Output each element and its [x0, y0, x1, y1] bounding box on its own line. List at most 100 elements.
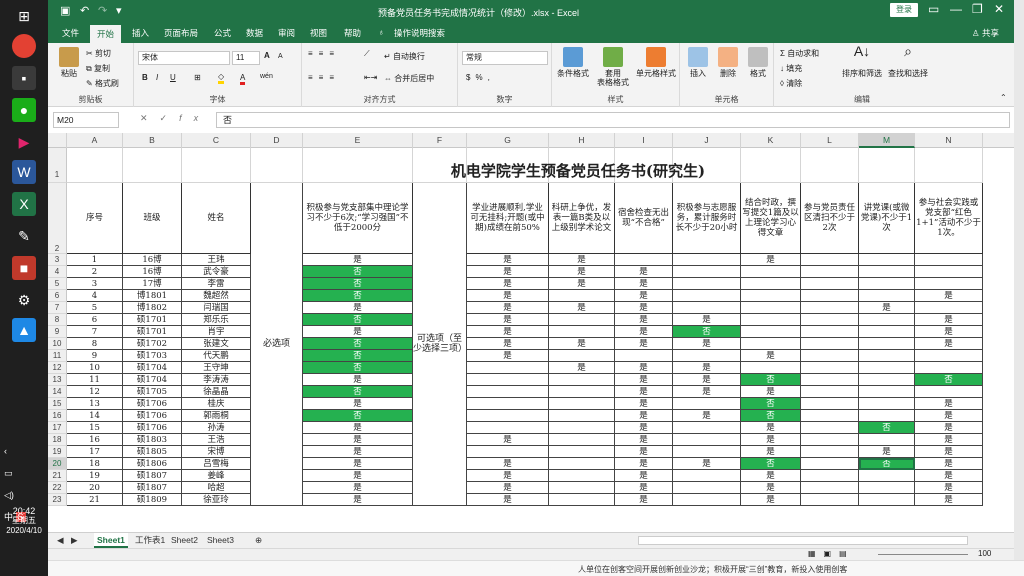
table-row-name[interactable]: 吕雪梅 — [182, 458, 251, 470]
sheet-tab-3[interactable]: Sheet2 — [168, 533, 201, 548]
collapse-ribbon-icon[interactable]: ⌃ — [1000, 93, 1007, 102]
table-cell-m[interactable] — [859, 350, 915, 362]
login-button[interactable]: 登录 — [890, 3, 918, 17]
table-cell-l[interactable] — [801, 338, 859, 350]
table-row-seq[interactable]: 11 — [67, 374, 123, 386]
table-row-name[interactable]: 王玮 — [182, 254, 251, 266]
table-cell-h[interactable] — [549, 386, 615, 398]
table-cell-k[interactable]: 是 — [741, 254, 801, 266]
table-row-seq[interactable]: 16 — [67, 434, 123, 446]
table-cell-m[interactable]: 是 — [859, 446, 915, 458]
table-cell-g[interactable]: 是 — [467, 494, 549, 506]
table-cell-m[interactable] — [859, 374, 915, 386]
undo-icon[interactable]: ↶ — [80, 4, 89, 17]
fx-icon[interactable]: fx — [179, 113, 210, 123]
table-row-class[interactable]: 硕1807 — [123, 482, 182, 494]
table-cell-m[interactable] — [859, 470, 915, 482]
table-cell-m[interactable]: 否 — [859, 422, 915, 434]
name-box[interactable]: M20 — [53, 112, 119, 128]
merged-required-cell[interactable]: 必选项 — [251, 183, 303, 506]
indent-icon[interactable]: ⇤⇥ — [364, 73, 377, 82]
table-cell-m[interactable] — [859, 362, 915, 374]
table-cell-g[interactable]: 是 — [467, 434, 549, 446]
row-header-8[interactable]: 8 — [48, 314, 67, 326]
table-cell-e[interactable]: 否 — [303, 386, 413, 398]
table-cell-h[interactable]: 是 — [549, 338, 615, 350]
table-cell-g[interactable] — [467, 422, 549, 434]
restore-icon[interactable]: ❐ — [972, 2, 983, 16]
table-cell-i[interactable] — [615, 254, 673, 266]
table-row-name[interactable]: 武令豪 — [182, 266, 251, 278]
table-cell-j[interactable]: 是 — [673, 338, 741, 350]
table-cell-i[interactable]: 是 — [615, 362, 673, 374]
paint-icon[interactable]: ✎ — [12, 224, 36, 248]
table-row-name[interactable]: 郑乐乐 — [182, 314, 251, 326]
column-title-l[interactable]: 参与党员责任区清扫不少于2次 — [801, 183, 859, 254]
table-row-name[interactable]: 徐晶晶 — [182, 386, 251, 398]
table-cell-g[interactable] — [467, 446, 549, 458]
row-header-2[interactable]: 2 — [48, 183, 67, 254]
battery-icon[interactable]: ▭ — [4, 462, 44, 484]
table-row-seq[interactable]: 18 — [67, 458, 123, 470]
column-header-d[interactable]: D — [251, 133, 303, 148]
table-cell-l[interactable] — [801, 458, 859, 470]
table-row-name[interactable]: 李涛涛 — [182, 374, 251, 386]
table-row-name[interactable]: 徐亚玲 — [182, 494, 251, 506]
table-cell-e[interactable]: 是 — [303, 422, 413, 434]
empty-cell[interactable] — [182, 148, 251, 183]
row-header-7[interactable]: 7 — [48, 302, 67, 314]
column-header-b[interactable]: B — [123, 133, 182, 148]
table-cell-k[interactable]: 是 — [741, 446, 801, 458]
table-cell-e[interactable]: 是 — [303, 326, 413, 338]
table-cell-h[interactable] — [549, 326, 615, 338]
table-cell-m[interactable] — [859, 434, 915, 446]
table-cell-e[interactable]: 否 — [303, 266, 413, 278]
cancel-icon[interactable]: ✕ — [140, 113, 160, 123]
table-row-seq[interactable]: 4 — [67, 290, 123, 302]
windows-start-icon[interactable]: ⊞ — [12, 4, 36, 28]
table-cell-h[interactable] — [549, 290, 615, 302]
table-row-class[interactable]: 博1802 — [123, 302, 182, 314]
insert-cells-button[interactable]: 插入 — [684, 47, 712, 78]
table-row-name[interactable]: 宋博 — [182, 446, 251, 458]
row-header-5[interactable]: 5 — [48, 278, 67, 290]
table-cell-l[interactable] — [801, 422, 859, 434]
column-title-e[interactable]: 积极参与党支部集中理论学习不少于6次;“学习强国”不低于2000分 — [303, 183, 413, 254]
sheet-tab-1[interactable]: Sheet1 — [94, 533, 128, 548]
table-cell-j[interactable] — [673, 470, 741, 482]
table-cell-g[interactable] — [467, 398, 549, 410]
table-cell-h[interactable]: 是 — [549, 278, 615, 290]
clear-button[interactable]: ◊ 清除 — [780, 78, 802, 89]
table-cell-l[interactable] — [801, 278, 859, 290]
table-cell-g[interactable]: 是 — [467, 482, 549, 494]
table-cell-k[interactable] — [741, 278, 801, 290]
table-cell-l[interactable] — [801, 446, 859, 458]
paste-button[interactable]: 粘贴 — [54, 47, 84, 78]
table-cell-k[interactable] — [741, 314, 801, 326]
view-mode-icons[interactable]: ▦▣▤ — [808, 549, 855, 558]
close-icon[interactable]: ✕ — [994, 2, 1004, 16]
table-cell-k[interactable]: 是 — [741, 422, 801, 434]
zoom-level[interactable]: 100 — [978, 549, 991, 558]
row-header-23[interactable]: 23 — [48, 494, 67, 506]
table-row-seq[interactable]: 5 — [67, 302, 123, 314]
table-row-class[interactable]: 17博 — [123, 278, 182, 290]
table-cell-l[interactable] — [801, 386, 859, 398]
table-cell-e[interactable]: 否 — [303, 410, 413, 422]
table-cell-h[interactable] — [549, 458, 615, 470]
volume-icon[interactable]: ◁) — [4, 484, 44, 506]
table-cell-j[interactable]: 是 — [673, 410, 741, 422]
row-header-6[interactable]: 6 — [48, 290, 67, 302]
table-row-class[interactable]: 硕1703 — [123, 350, 182, 362]
column-title-c[interactable]: 姓名 — [182, 183, 251, 254]
sheet-tab-2[interactable]: 工作表1 — [132, 533, 168, 548]
column-title-a[interactable]: 序号 — [67, 183, 123, 254]
table-cell-i[interactable]: 是 — [615, 410, 673, 422]
table-cell-m[interactable] — [859, 254, 915, 266]
format-painter-button[interactable]: ✎ 格式刷 — [86, 78, 119, 89]
table-cell-i[interactable]: 是 — [615, 494, 673, 506]
table-cell-n[interactable] — [915, 350, 983, 362]
table-cell-k[interactable]: 是 — [741, 482, 801, 494]
table-cell-j[interactable] — [673, 350, 741, 362]
table-cell-k[interactable]: 否 — [741, 458, 801, 470]
